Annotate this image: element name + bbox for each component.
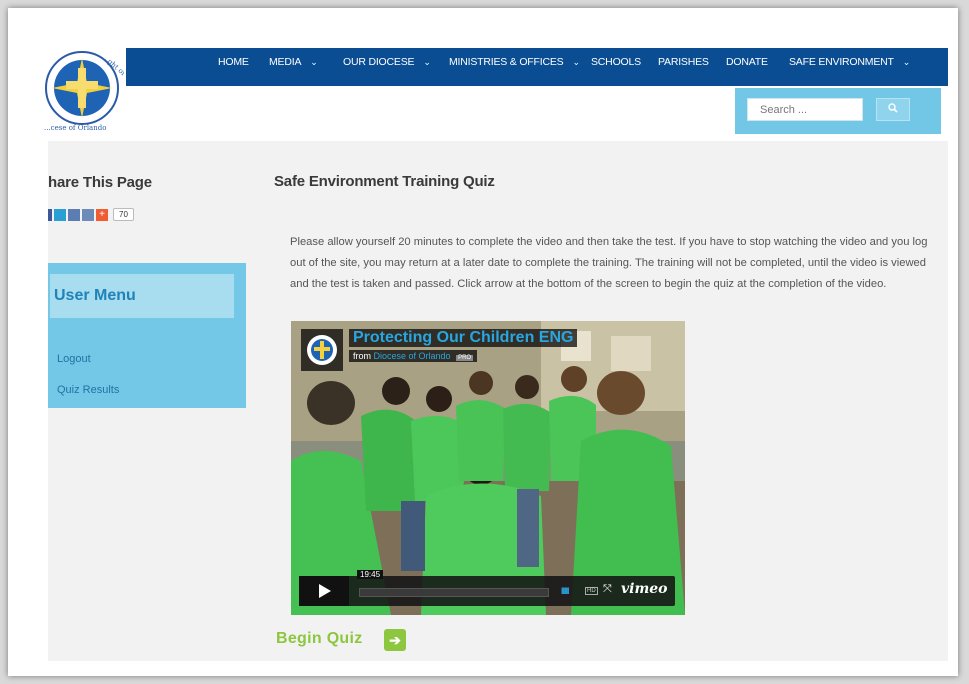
chevron-down-icon: ⌄ [902,57,911,67]
nav-item-label: SCHOOLS [591,56,641,68]
plus-share-icon[interactable]: + [96,208,108,221]
hd-icon[interactable]: HD [585,587,598,595]
volume-icon[interactable]: IIIII [561,586,569,596]
page-title: Safe Environment Training Quiz [274,173,495,190]
nav-item-schools[interactable]: SCHOOLS [591,56,641,68]
nav-item-label: MEDIA [269,56,302,68]
main-navigation: HOME MEDIA ⌄ OUR DIOCESE ⌄ MINISTRIES & OFFIC… [126,48,948,86]
video-progress-bar[interactable] [359,588,549,597]
twitter-icon[interactable] [54,208,66,221]
nav-item-home[interactable]: HOME [218,56,249,68]
user-menu: User Menu Logout Quiz Results [48,263,246,408]
nav-item-parishes[interactable]: PARISHES [658,56,709,68]
share-title: hare This Page [48,174,152,191]
search-button[interactable] [876,98,910,121]
vimeo-logo[interactable]: vimeo [621,581,668,597]
share-count: 70 [113,208,134,221]
video-author-link[interactable]: Diocese of Orlando [374,351,451,361]
chevron-down-icon: ⌄ [310,57,318,67]
video-title[interactable]: Protecting Our Children ENG [349,329,578,347]
user-menu-header: User Menu [50,274,234,318]
video-frame-image [291,321,685,615]
email-icon[interactable] [68,208,80,221]
nav-item-donate[interactable]: DONATE [726,56,768,68]
pro-badge: PRO [456,355,474,361]
user-menu-title: User Menu [54,287,136,304]
print-icon[interactable] [82,208,94,221]
begin-quiz-link[interactable]: Begin Quiz [276,630,363,648]
facebook-icon[interactable] [48,208,52,221]
nav-item-label: SAFE ENVIRONMENT [789,56,894,68]
browser-page: ...ght of Christ ...cese of Orlando HOME… [8,8,958,676]
nav-item-label: OUR DIOCESE [343,56,415,68]
play-button[interactable] [299,576,349,606]
search-panel [735,88,941,134]
video-duration: 19:45 [357,570,384,579]
logo-text-bottom: ...cese of Orlando [44,124,106,132]
diocese-logo[interactable]: ...ght of Christ ...cese of Orlando [40,46,146,132]
quiz-results-link[interactable]: Quiz Results [57,384,119,396]
share-buttons: + 70 [48,208,134,221]
fullscreen-icon[interactable]: ⤧ [603,583,612,596]
video-from-prefix: from [353,351,371,361]
search-icon [888,103,898,113]
nav-item-media[interactable]: MEDIA ⌄ [269,56,318,68]
nav-item-label: MINISTRIES & OFFICES [449,56,564,68]
nav-item-label: DONATE [726,56,768,68]
channel-avatar[interactable] [301,329,343,371]
nav-item-ministries-offices[interactable]: MINISTRIES & OFFICES ⌄ [449,56,580,68]
video-byline: from Diocese of Orlando PRO [349,350,478,362]
logout-link[interactable]: Logout [57,353,91,365]
video-player[interactable]: Protecting Our Children ENG from Diocese… [291,321,685,615]
video-controls: 19:45 IIIII HD ⤧ vimeo [299,570,675,606]
chevron-down-icon: ⌄ [572,57,580,67]
nav-item-our-diocese[interactable]: OUR DIOCESE ⌄ [343,56,431,68]
nav-item-label: PARISHES [658,56,709,68]
intro-text: Please allow yourself 20 minutes to comp… [290,236,928,290]
arrow-right-icon[interactable]: ➔ [384,629,406,651]
chevron-down-icon: ⌄ [423,57,431,67]
search-input[interactable] [747,98,863,121]
nav-item-label: HOME [218,56,249,68]
nav-item-safe-environment[interactable]: SAFE ENVIRONMENT ⌄ [789,56,910,68]
